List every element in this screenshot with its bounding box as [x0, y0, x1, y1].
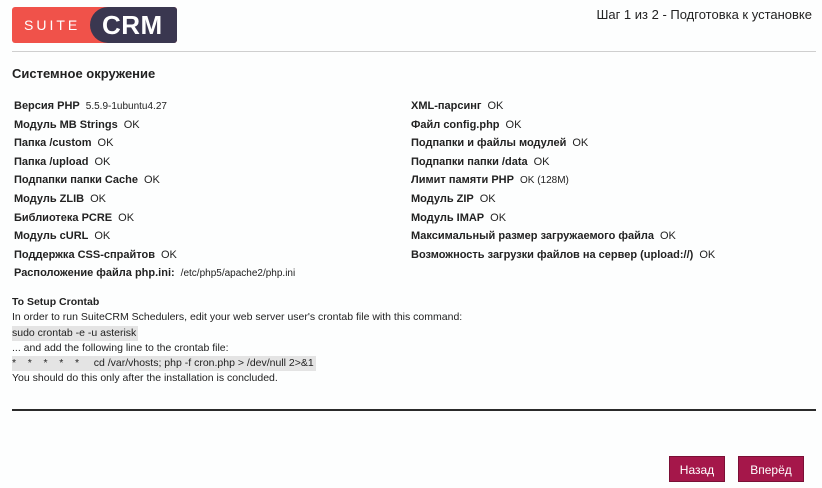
check-row-css-sprites: Поддержка CSS-спрайтов OK [14, 246, 295, 265]
crontab-add-line: ... and add the following line to the cr… [12, 341, 229, 354]
check-value: OK [505, 118, 522, 131]
logo-crm-badge: CRM [90, 7, 177, 43]
check-label: Максимальный размер загружаемого файла [411, 230, 654, 243]
check-value: OK [90, 192, 106, 205]
check-row-config: Файл config.php OK [411, 116, 715, 135]
check-row-phpini: Расположение файла php.ini: /etc/php5/apa… [14, 264, 295, 283]
check-label: Подпапки папки Cache [14, 174, 138, 187]
check-value: OK [490, 211, 507, 224]
check-row-zlib: Модуль ZLIB OK [14, 190, 295, 209]
logo-crm-text: CRM [102, 10, 163, 40]
header-divider [12, 51, 816, 52]
check-row-upload: Папка /upload OK [14, 153, 295, 172]
check-row-mbstrings: Модуль MB Strings OK [14, 116, 295, 135]
check-value: OK [118, 211, 135, 224]
check-value: 5.5.9-1ubuntu4.27 [85, 101, 167, 112]
check-row-memory: Лимит памяти PHP OK (128M) [411, 171, 715, 190]
check-value: /etc/php5/apache2/php.ini [180, 268, 296, 280]
check-label: Модуль IMAP [411, 211, 485, 224]
check-value: OK [699, 248, 716, 261]
check-value: OK [160, 248, 177, 261]
check-value: OK [659, 230, 676, 243]
suitecrm-logo: SUITE CRM [12, 7, 177, 43]
check-label: Подпапки папки /data [411, 155, 528, 168]
step-indicator: Шаг 1 из 2 - Подготовка к установке [596, 7, 812, 22]
back-button[interactable]: Назад [669, 456, 725, 482]
check-value: OK [143, 174, 160, 187]
crontab-command: sudo crontab -e -u asterisk [12, 325, 139, 341]
check-label: Версия PHP [14, 100, 80, 112]
check-label: Модуль cURL [14, 230, 89, 243]
checks-right-column: XML-парсинг OK Файл config.php OK Подпапки… [411, 97, 715, 264]
check-value: OK [572, 137, 589, 150]
check-row-php-version: Версия PHP 5.5.9-1ubuntu4.27 [14, 97, 295, 116]
check-value: OK [94, 230, 111, 243]
check-label: Модуль ZIP [411, 192, 474, 205]
check-row-data: Подпапки папки /data OK [411, 153, 715, 172]
check-value: OK [479, 192, 496, 205]
check-value: OK [123, 118, 140, 131]
section-title: Системное окружение [12, 66, 156, 81]
check-label: Расположение файла php.ini: [14, 267, 175, 280]
check-row-upload-stream: Возможность загрузки файлов на сервер (u… [411, 246, 715, 265]
check-label: Библиотека PCRE [14, 211, 113, 224]
check-label: Файл config.php [411, 118, 500, 131]
check-value: OK [94, 155, 111, 168]
check-value: OK [97, 137, 114, 150]
check-row-max-upload: Максимальный размер загружаемого файла OK [411, 227, 715, 246]
check-row-imap: Модуль IMAP OK [411, 209, 715, 228]
check-label: Возможность загрузки файлов на сервер (u… [411, 248, 694, 261]
crontab-instructions: To Setup Crontab In order to run SuiteCR… [12, 295, 462, 387]
check-label: Папка /custom [14, 137, 92, 150]
footer-divider [12, 409, 816, 411]
crontab-note: You should do this only after the instal… [12, 372, 278, 385]
check-value: OK (128M) [519, 175, 569, 187]
check-label: Папка /upload [14, 155, 89, 168]
check-row-zip: Модуль ZIP OK [411, 190, 715, 209]
logo-suite-text: SUITE [24, 17, 81, 33]
check-label: Модуль MB Strings [14, 118, 118, 131]
check-row-modules: Подпапки и файлы модулей OK [411, 134, 715, 153]
check-label: XML-парсинг [411, 100, 482, 112]
crontab-cron-line: * * * * * cd /var/vhosts; php -f cron.ph… [12, 356, 316, 372]
check-row-pcre: Библиотека PCRE OK [14, 209, 295, 228]
crontab-title: To Setup Crontab [12, 296, 100, 308]
crontab-intro: In order to run SuiteCRM Schedulers, edi… [12, 311, 463, 324]
check-row-curl: Модуль cURL OK [14, 227, 295, 246]
check-value: OK [487, 100, 504, 112]
check-label: Подпапки и файлы модулей [411, 137, 567, 150]
check-row-xml: XML-парсинг OK [411, 97, 715, 116]
check-value: OK [533, 155, 550, 168]
next-button[interactable]: Вперёд [738, 456, 804, 482]
check-row-cache: Подпапки папки Cache OK [14, 171, 295, 190]
checks-left-column: Версия PHP 5.5.9-1ubuntu4.27 Модуль MB St… [14, 97, 295, 283]
check-label: Модуль ZLIB [14, 192, 85, 205]
check-label: Поддержка CSS-спрайтов [14, 248, 155, 261]
check-label: Лимит памяти PHP [411, 174, 514, 187]
check-row-custom: Папка /custom OK [14, 134, 295, 153]
